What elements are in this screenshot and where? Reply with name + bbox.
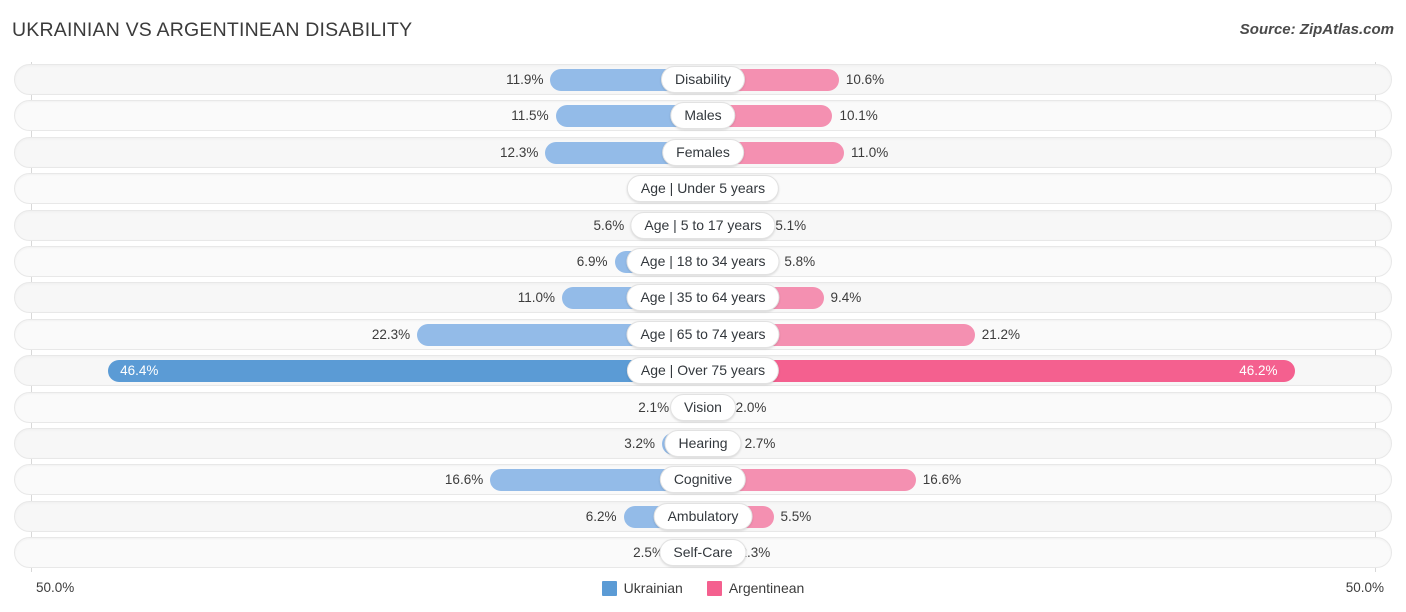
category-label[interactable]: Hearing <box>664 429 742 457</box>
table-row[interactable]: 6.2% 5.5% Ambulatory <box>0 499 1406 535</box>
legend-label: Argentinean <box>728 580 805 596</box>
value-label-argentinean: 10.1% <box>839 108 878 124</box>
plot-area: 11.9% 10.6% Disability 11.5% 10.1% Males 12.3%… <box>0 62 1406 572</box>
table-row[interactable]: 11.0% 9.4% Age | 35 to 64 years <box>0 280 1406 316</box>
source-attribution: Source: ZipAtlas.com <box>1239 21 1394 38</box>
table-row[interactable]: 6.9% 5.8% Age | 18 to 34 years <box>0 244 1406 280</box>
value-label-argentinean: 11.0% <box>851 144 889 160</box>
category-label[interactable]: Vision <box>670 393 736 421</box>
value-label-ukrainian: 6.2% <box>585 508 617 524</box>
category-label[interactable]: Age | Under 5 years <box>626 175 780 203</box>
chart-legend: Ukrainian Argentinean <box>0 580 1406 596</box>
chart-header: UKRAINIAN VS ARGENTINEAN DISABILITY Sour… <box>0 0 1406 58</box>
value-label-ukrainian: 5.6% <box>593 217 625 233</box>
legend-item[interactable]: Argentinean <box>706 580 805 596</box>
category-label[interactable]: Age | 65 to 74 years <box>626 320 780 348</box>
value-label-argentinean: 2.0% <box>735 399 767 415</box>
value-label-ukrainian: 46.4% <box>120 363 159 379</box>
value-label-argentinean: 5.8% <box>784 253 816 269</box>
value-label-argentinean: 5.5% <box>780 508 812 524</box>
table-row[interactable]: 11.9% 10.6% Disability <box>0 62 1406 98</box>
legend-item[interactable]: Ukrainian <box>601 580 683 596</box>
category-label[interactable]: Ambulatory <box>653 502 753 530</box>
table-row[interactable]: 5.6% 5.1% Age | 5 to 17 years <box>0 208 1406 244</box>
category-label[interactable]: Age | Over 75 years <box>626 357 780 385</box>
bar-ukrainian[interactable] <box>108 360 703 383</box>
value-label-argentinean: 9.4% <box>830 290 862 306</box>
chart-footer: 50.0% 50.0% Ukrainian Argentinean <box>0 576 1406 612</box>
table-row[interactable]: 3.2% 2.7% Hearing <box>0 426 1406 462</box>
value-label-ukrainian: 12.3% <box>500 144 539 160</box>
table-row[interactable]: 2.1% 2.0% Vision <box>0 390 1406 426</box>
legend-swatch-icon <box>601 580 617 596</box>
bar-argentinean[interactable] <box>703 360 1296 383</box>
legend-swatch-icon <box>706 580 722 596</box>
category-label[interactable]: Females <box>662 138 744 166</box>
category-label[interactable]: Age | 35 to 64 years <box>626 284 780 312</box>
value-label-argentinean: 21.2% <box>981 326 1021 342</box>
value-label-argentinean: 10.6% <box>845 72 885 87</box>
category-label[interactable]: Self-Care <box>659 539 747 567</box>
category-label[interactable]: Males <box>670 102 736 130</box>
table-row[interactable]: 22.3% 21.2% Age | 65 to 74 years <box>0 317 1406 353</box>
value-label-ukrainian: 2.1% <box>638 399 670 415</box>
value-label-ukrainian: 11.0% <box>517 290 555 306</box>
category-label[interactable]: Age | 18 to 34 years <box>626 247 780 275</box>
value-label-ukrainian: 16.6% <box>444 472 484 488</box>
value-label-ukrainian: 11.5% <box>511 108 549 124</box>
value-label-ukrainian: 11.9% <box>506 72 544 87</box>
bar-rows: 11.9% 10.6% Disability 11.5% 10.1% Males 12.3%… <box>0 62 1406 571</box>
category-label[interactable]: Age | 5 to 17 years <box>630 211 776 239</box>
legend-label: Ukrainian <box>623 580 683 596</box>
value-label-ukrainian: 6.9% <box>576 253 608 269</box>
value-label-argentinean: 2.7% <box>744 435 776 451</box>
table-row[interactable]: 2.5% 2.3% Self-Care <box>0 535 1406 571</box>
table-row[interactable]: 16.6% 16.6% Cognitive <box>0 462 1406 498</box>
value-label-argentinean: 46.2% <box>1239 363 1278 379</box>
table-row[interactable]: 1.3%1.2%Age | Under 5 years <box>0 171 1406 207</box>
value-label-argentinean: 5.1% <box>775 217 807 233</box>
table-row[interactable]: 11.5% 10.1% Males <box>0 98 1406 134</box>
table-row[interactable]: 12.3% 11.0% Females <box>0 135 1406 171</box>
category-label[interactable]: Cognitive <box>659 466 747 494</box>
chart-root: UKRAINIAN VS ARGENTINEAN DISABILITY Sour… <box>0 0 1406 612</box>
table-row[interactable]: 46.4% 46.2% Age | Over 75 years <box>0 353 1406 389</box>
value-label-argentinean: 16.6% <box>922 472 962 488</box>
page-title: UKRAINIAN VS ARGENTINEAN DISABILITY <box>12 19 413 41</box>
value-label-ukrainian: 3.2% <box>624 435 655 451</box>
category-label[interactable]: Disability <box>660 66 746 93</box>
value-label-ukrainian: 22.3% <box>371 326 411 342</box>
